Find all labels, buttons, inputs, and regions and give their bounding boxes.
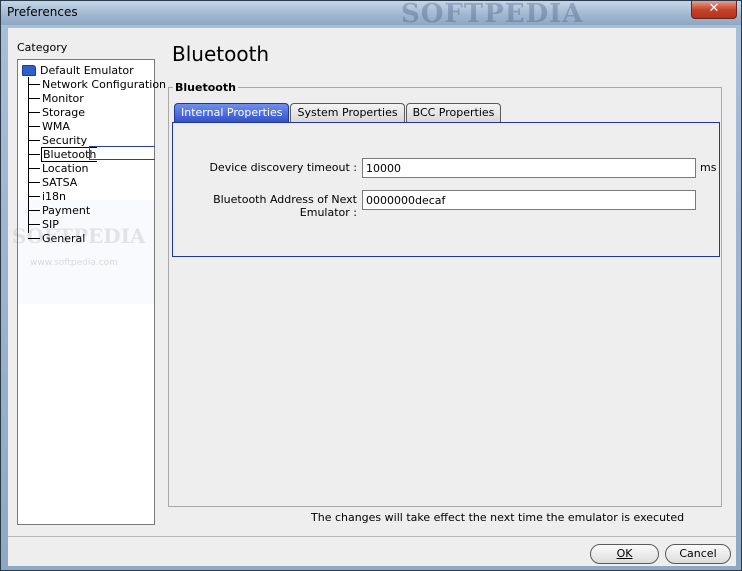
tree-item-label: Monitor [42,91,84,105]
tree-item-label: Network Configuration [42,77,167,91]
restart-notice: The changes will take effect the next ti… [311,511,685,524]
cancel-button[interactable]: Cancel [665,544,731,564]
tree-item-network-configuration[interactable]: Network Configuration [28,77,167,91]
tree-item-label: i18n [42,189,67,203]
ok-button[interactable]: OK [590,544,659,564]
cancel-button-label: Cancel [679,547,717,560]
discovery-timeout-label: Device discovery timeout : [209,161,357,174]
window-title: Preferences [7,5,78,19]
internal-properties-panel: Device discovery timeout : ms Bluetooth … [172,122,720,257]
tree-root-label: Default Emulator [40,63,134,77]
watermark: SOFTPEDIA [401,0,584,29]
selection-highlight [89,146,155,160]
tree-item-general[interactable]: General [28,231,86,245]
tree-item-label: WMA [42,119,70,133]
tree-item-bluetooth[interactable]: Bluetooth [28,146,98,162]
tree-item-label: SATSA [42,175,78,189]
category-label: Category [17,41,68,54]
tree-item-security[interactable]: Security [28,133,88,147]
tree-item-location[interactable]: Location [28,161,90,175]
tree-item-payment[interactable]: Payment [28,203,91,217]
tree-item-wma[interactable]: WMA [28,119,71,133]
preferences-window: Preferences SOFTPEDIA ✕ Category SOFTPED… [0,0,742,571]
group-title: Bluetooth [173,81,238,94]
tree-item-label: Payment [42,203,91,217]
tab-system-properties[interactable]: System Properties [290,103,405,122]
tree-item-i18n[interactable]: i18n [28,189,67,203]
button-bar: OK Cancel [8,536,736,566]
tree-item-label: SIP [42,217,59,231]
category-tree[interactable]: SOFTPEDIA www.softpedia.com Default Emul… [12,59,166,525]
tree-item-label: Security [42,133,88,147]
page-title: Bluetooth [172,42,270,66]
tree-item-monitor[interactable]: Monitor [28,91,85,105]
close-icon[interactable]: ✕ [691,1,737,19]
discovery-timeout-input[interactable] [362,158,696,178]
folder-icon [22,64,36,76]
dialog-body: Category SOFTPEDIA www.softpedia.com Def… [8,28,736,536]
bluetooth-address-label: Bluetooth Address of Next Emulator : [213,193,357,219]
tree-item-satsa[interactable]: SATSA [28,175,78,189]
tree-item-label: Storage [42,105,86,119]
tree-root-default-emulator[interactable]: Default Emulator [22,63,134,77]
tree-item-label: Location [42,161,89,175]
tab-bcc-properties[interactable]: BCC Properties [405,103,502,122]
watermark-url: www.softpedia.com [30,258,118,268]
ok-button-label: OK [616,547,633,560]
discovery-timeout-unit: ms [700,161,717,174]
tree-item-storage[interactable]: Storage [28,105,86,119]
bluetooth-address-input[interactable] [362,190,696,210]
tab-strip: Internal Properties System Properties BC… [174,103,502,123]
tree-item-sip[interactable]: SIP [28,217,60,231]
title-bar[interactable]: Preferences SOFTPEDIA ✕ [1,0,741,29]
tree-item-label: General [42,231,86,245]
tab-internal-properties[interactable]: Internal Properties [174,103,290,122]
